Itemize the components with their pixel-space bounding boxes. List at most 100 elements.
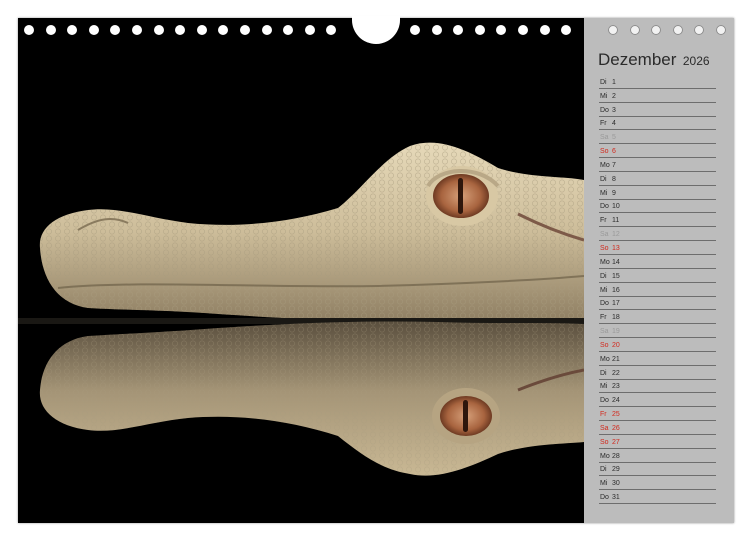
binding-hole (24, 25, 34, 35)
weekday-label: Mo (600, 258, 610, 266)
day-number: 28 (612, 452, 620, 460)
binding-hole (672, 25, 683, 35)
binding-hole (240, 25, 250, 35)
calendar-page: Dezember 2026 Di 1 Mi 2 Do 3 Fr 4 Sa 5 So 6 Mo 7 Di 8 Mi… (18, 18, 734, 523)
day-row: Sa 19 (599, 324, 716, 339)
weekday-label: Mo (600, 355, 610, 363)
weekday-label: Mi (600, 286, 608, 294)
day-row: Mi 16 (599, 283, 716, 297)
day-number: 24 (612, 397, 620, 405)
weekday-label: Do (600, 397, 609, 405)
calendar-sidebar: Dezember 2026 Di 1 Mi 2 Do 3 Fr 4 Sa 5 So 6 Mo 7 Di 8 Mi… (584, 18, 734, 523)
day-number: 29 (612, 466, 620, 474)
day-row: Fr 18 (599, 310, 716, 325)
weekday-label: Do (600, 300, 609, 308)
day-number: 12 (612, 231, 620, 239)
day-row: So 6 (599, 144, 716, 159)
binding-hole (45, 25, 56, 35)
day-row: Di 29 (599, 463, 716, 477)
day-number: 2 (612, 92, 616, 100)
weekday-label: Mi (600, 189, 608, 197)
weekday-label: Di (600, 272, 607, 280)
weekday-label: Mi (600, 480, 608, 488)
day-number: 1 (612, 78, 616, 86)
day-number: 6 (612, 148, 616, 156)
day-number: 13 (612, 244, 620, 252)
weekday-label: Mi (600, 92, 608, 100)
day-row: Fr 11 (599, 213, 716, 228)
binding-hole (110, 25, 121, 35)
weekday-label: So (600, 341, 609, 349)
day-number: 21 (612, 355, 620, 363)
day-number: 17 (612, 300, 620, 308)
binding-hole (453, 25, 464, 35)
day-number: 8 (612, 175, 616, 183)
binding-hole (132, 25, 142, 35)
weekday-label: So (600, 244, 609, 252)
weekday-label: Fr (600, 217, 607, 225)
day-number: 31 (612, 494, 620, 502)
day-number: 10 (612, 203, 620, 211)
day-row: Sa 26 (599, 421, 716, 435)
day-row: Do 24 (599, 393, 716, 408)
binding-hole (608, 25, 618, 35)
binding-hole (153, 25, 164, 35)
day-row: Mi 9 (599, 186, 716, 200)
binding-hole (716, 25, 726, 35)
weekday-label: So (600, 438, 609, 446)
day-number: 5 (612, 134, 616, 142)
day-row: Fr 4 (599, 117, 716, 131)
binding-hole (694, 25, 705, 35)
day-row: So 27 (599, 435, 716, 449)
binding-hole (410, 25, 420, 35)
weekday-label: Do (600, 106, 609, 114)
day-row: Mi 30 (599, 476, 716, 491)
weekday-label: Fr (600, 120, 607, 128)
binding-hole (539, 25, 550, 35)
binding-hole (326, 25, 337, 35)
day-row: Di 22 (599, 366, 716, 380)
day-number: 19 (612, 328, 620, 336)
weekday-label: Di (600, 78, 607, 86)
day-row: Mi 2 (599, 89, 716, 103)
binding-hole (175, 25, 186, 35)
weekday-label: Sa (600, 231, 609, 239)
day-number: 15 (612, 272, 620, 280)
year: 2026 (682, 54, 710, 68)
crocodile-head-reflection-image (18, 142, 584, 476)
weekday-label: Di (600, 369, 607, 377)
day-number: 4 (612, 120, 616, 128)
day-number: 14 (612, 258, 620, 266)
day-row: Mo 28 (599, 449, 716, 463)
binding-hole (496, 25, 507, 35)
day-number: 9 (612, 189, 616, 197)
weekday-label: Mo (600, 452, 610, 460)
binding-hole (218, 25, 229, 35)
day-number: 18 (612, 314, 620, 322)
month-name: Dezember (598, 50, 677, 69)
binding-hole (196, 25, 207, 35)
weekday-label: Sa (600, 424, 609, 432)
day-row: Do 10 (599, 200, 716, 214)
weekday-label: Di (600, 175, 607, 183)
day-number: 20 (612, 341, 620, 349)
day-number: 25 (612, 411, 620, 419)
day-row: Mo 21 (599, 352, 716, 366)
day-list: Di 1 Mi 2 Do 3 Fr 4 Sa 5 So 6 Mo 7 Di 8 Mi 9 Do 10 Fr 11 Sa 12 S… (599, 75, 716, 505)
binding-hole (518, 25, 528, 35)
day-number: 23 (612, 383, 620, 391)
day-number: 7 (612, 161, 616, 169)
weekday-label: Fr (600, 411, 607, 419)
day-row: Do 17 (599, 297, 716, 311)
day-row: Do 31 (599, 490, 716, 505)
day-row: Fr 25 (599, 407, 716, 422)
day-row: Mi 23 (599, 380, 716, 394)
day-row: Sa 12 (599, 227, 716, 242)
weekday-label: Sa (600, 134, 609, 142)
day-row: So 13 (599, 241, 716, 255)
binding-hole (474, 25, 485, 35)
binding-hole (88, 25, 99, 35)
day-number: 27 (612, 438, 620, 446)
month-title: Dezember 2026 (598, 50, 710, 70)
day-number: 30 (612, 480, 620, 488)
